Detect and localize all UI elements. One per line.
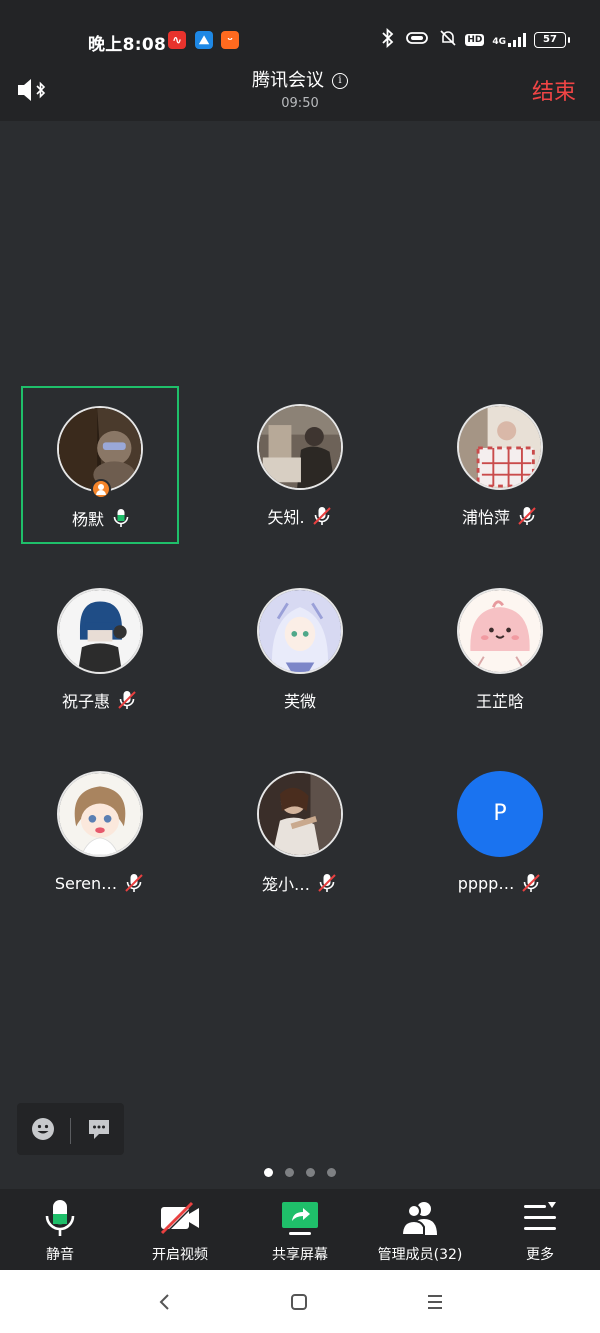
- participant-name: 王芷晗: [475, 692, 524, 711]
- participant-tile[interactable]: 矢矧.: [221, 386, 379, 544]
- participant-name: 浦怡萍: [461, 508, 510, 527]
- signal-icon: 4G: [492, 33, 526, 47]
- microphone-muted-icon: [522, 874, 541, 892]
- status-icons: HD 4G 57: [381, 27, 570, 53]
- start-video-button[interactable]: 开启视频: [120, 1189, 240, 1270]
- video-off-icon: [160, 1201, 199, 1235]
- share-screen-icon: [282, 1202, 318, 1235]
- participant-name-row: 矢矧.: [221, 505, 379, 527]
- participant-tile[interactable]: 杨默: [21, 386, 179, 544]
- page-dot-active[interactable]: [264, 1168, 273, 1177]
- news-app-icon: ∿: [168, 31, 186, 49]
- chat-bubble-icon[interactable]: [87, 1117, 111, 1141]
- meeting-title-text: 腾讯会议: [252, 70, 324, 91]
- meeting-timer: 09:50: [281, 96, 319, 111]
- meeting-title[interactable]: 腾讯会议 i: [0, 66, 600, 92]
- home-icon[interactable]: [287, 1290, 311, 1314]
- recents-menu-icon[interactable]: [423, 1290, 447, 1314]
- microphone-muted-icon: [518, 507, 536, 525]
- hd-voice-icon: HD: [465, 34, 485, 46]
- end-meeting-button[interactable]: 结束: [532, 74, 576, 106]
- share-screen-button[interactable]: 共享屏幕: [240, 1189, 360, 1270]
- participant-name: 芙微: [283, 692, 316, 711]
- microphone-muted-icon: [125, 874, 143, 892]
- participant-avatar: [57, 771, 143, 857]
- status-time: 晚上8:08: [88, 35, 167, 55]
- participant-name-row: 浦怡萍: [421, 505, 579, 527]
- reactions-divider: [70, 1118, 71, 1144]
- vibrate-icon: [403, 30, 431, 50]
- info-icon[interactable]: i: [332, 73, 348, 89]
- microphone-on-icon: [113, 509, 129, 527]
- start-video-label: 开启视频: [152, 1247, 208, 1263]
- manage-members-button[interactable]: 管理成员(32): [360, 1189, 480, 1270]
- participant-name: 矢矧.: [267, 508, 305, 527]
- participant-name: 杨默: [71, 510, 104, 529]
- mountain-app-icon: ⛰: [195, 31, 213, 49]
- participant-name: Seren…: [54, 873, 118, 893]
- participant-name-row: 王芷晗: [421, 689, 579, 711]
- system-navigation-bar: [0, 1270, 600, 1333]
- participant-name: 笼小…: [261, 875, 310, 894]
- meeting-toolbar: 静音 开启视频 共享屏幕 管理成员(32) 更多: [0, 1189, 600, 1270]
- microphone-muted-icon: [318, 874, 336, 892]
- participant-tile[interactable]: 浦怡萍: [421, 386, 579, 544]
- bluetooth-icon: [381, 27, 395, 53]
- participant-name-row: 笼小…: [221, 872, 379, 894]
- participant-name-row: 祝子惠: [21, 689, 179, 711]
- participant-name-row: 芙微: [221, 689, 379, 711]
- notifications-muted-icon: [439, 29, 457, 51]
- mute-label: 静音: [46, 1247, 74, 1263]
- participant-avatar: [457, 404, 543, 490]
- smiley-icon[interactable]: [31, 1117, 55, 1141]
- participant-avatar: P: [457, 771, 543, 857]
- taobao-app-icon: ᵕ: [221, 31, 239, 49]
- status-bar: 晚上8:08 ∿ ⛰ ᵕ HD 4G 57: [0, 0, 600, 58]
- microphone-icon: [45, 1200, 75, 1236]
- microphone-muted-icon: [118, 691, 136, 709]
- page-dot[interactable]: [327, 1168, 336, 1177]
- page-dot[interactable]: [306, 1168, 315, 1177]
- participant-tile[interactable]: 王芷晗: [421, 570, 579, 728]
- participant-name-row: 杨默: [23, 507, 181, 529]
- manage-members-label: 管理成员(32): [377, 1247, 463, 1263]
- meeting-header: 腾讯会议 i 09:50 结束: [0, 58, 600, 121]
- participant-avatar: [257, 771, 343, 857]
- participant-tile[interactable]: 祝子惠: [21, 570, 179, 728]
- participant-name-row: pppp…: [421, 872, 579, 894]
- participant-tile[interactable]: 芙微: [221, 570, 379, 728]
- participant-avatar: [257, 404, 343, 490]
- participant-name-row: Seren…: [21, 872, 179, 894]
- participant-tile[interactable]: P pppp…: [421, 753, 579, 911]
- host-badge-icon: [91, 479, 111, 499]
- participant-avatar: [57, 588, 143, 674]
- page-indicator[interactable]: [0, 1168, 600, 1177]
- participant-tile[interactable]: 笼小…: [221, 753, 379, 911]
- more-menu-icon: [524, 1202, 556, 1230]
- share-screen-label: 共享屏幕: [272, 1247, 328, 1263]
- microphone-muted-icon: [312, 507, 331, 525]
- back-icon[interactable]: [153, 1290, 177, 1314]
- participant-name: pppp…: [457, 873, 515, 893]
- reactions-panel: [17, 1103, 124, 1155]
- page-dot[interactable]: [285, 1168, 294, 1177]
- more-button[interactable]: 更多: [480, 1189, 600, 1270]
- members-icon: [400, 1202, 437, 1236]
- participant-name: 祝子惠: [61, 692, 110, 711]
- battery-icon: 57: [534, 32, 570, 48]
- participant-avatar: [257, 588, 343, 674]
- mute-button[interactable]: 静音: [0, 1189, 120, 1270]
- more-label: 更多: [526, 1247, 554, 1263]
- participant-avatar: [457, 588, 543, 674]
- participant-tile[interactable]: Seren…: [21, 753, 179, 911]
